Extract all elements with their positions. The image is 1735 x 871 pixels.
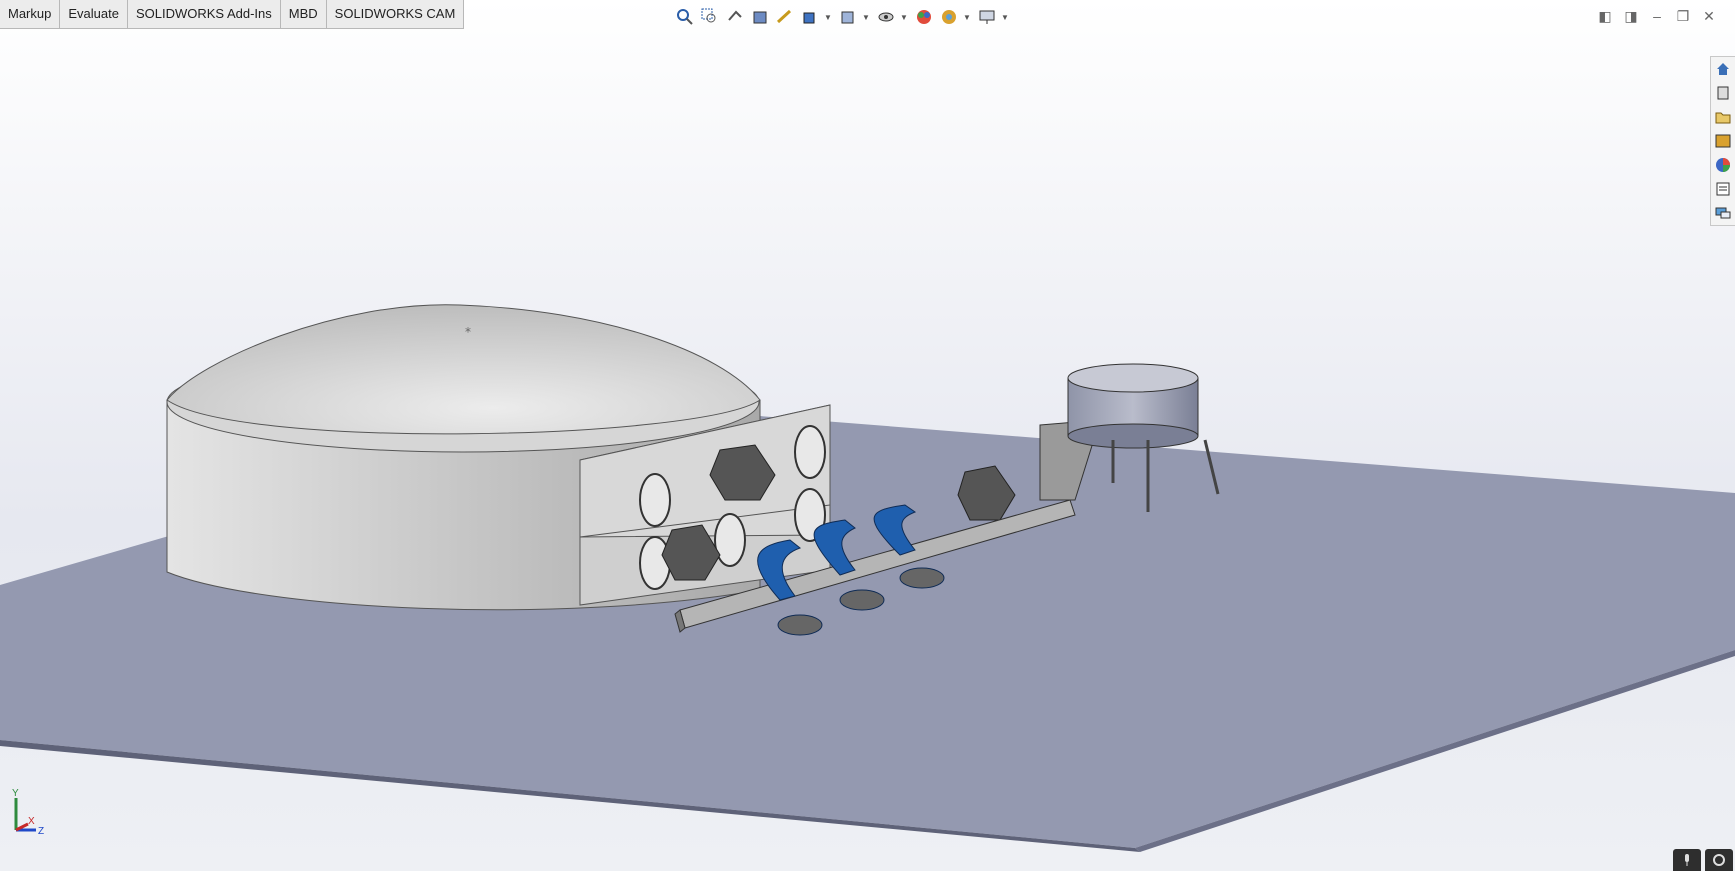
minimize-icon[interactable]: –	[1649, 8, 1665, 24]
graphics-area-3d-model[interactable]: *	[0, 0, 1735, 871]
tab-markup[interactable]: Markup	[0, 0, 61, 28]
triad-x-label: X	[28, 816, 35, 827]
microphone-icon[interactable]	[1673, 849, 1701, 871]
command-manager-tabs: Markup Evaluate SOLIDWORKS Add-Ins MBD S…	[0, 0, 465, 29]
view-settings-icon[interactable]	[976, 6, 998, 28]
tab-solidworks-cam[interactable]: SOLIDWORKS CAM	[326, 0, 465, 28]
reference-triad: Y X Z	[12, 788, 44, 837]
chevron-down-icon[interactable]: ▼	[900, 13, 910, 22]
restore-icon[interactable]: ❐	[1675, 8, 1691, 24]
forum-icon[interactable]	[1711, 201, 1735, 225]
triad-y-label: Y	[12, 788, 19, 799]
appearances-scenes-icon[interactable]	[1711, 153, 1735, 177]
zoom-to-area-icon[interactable]	[699, 6, 721, 28]
window-controls: ◧ ◨ – ❐ ✕	[1597, 8, 1717, 25]
close-icon[interactable]: ✕	[1701, 8, 1717, 24]
view-orientation-icon[interactable]	[799, 6, 821, 28]
display-style-icon[interactable]	[837, 6, 859, 28]
bottom-right-controls	[1673, 849, 1733, 871]
zoom-to-fit-icon[interactable]	[674, 6, 696, 28]
triad-z-label: Z	[38, 826, 44, 837]
chevron-down-icon[interactable]: ▼	[824, 13, 834, 22]
file-explorer-icon[interactable]	[1711, 105, 1735, 129]
tab-evaluate[interactable]: Evaluate	[60, 0, 128, 28]
chevron-down-icon[interactable]: ▼	[963, 13, 973, 22]
rotate-icon[interactable]	[1705, 849, 1733, 871]
hide-show-items-icon[interactable]	[875, 6, 897, 28]
previous-view-icon[interactable]	[724, 6, 746, 28]
apply-scene-icon[interactable]	[938, 6, 960, 28]
custom-properties-icon[interactable]	[1711, 177, 1735, 201]
tile-left-icon[interactable]: ◧	[1597, 8, 1613, 24]
edit-appearance-icon[interactable]	[913, 6, 935, 28]
design-library-icon[interactable]	[1711, 81, 1735, 105]
tile-right-icon[interactable]: ◨	[1623, 8, 1639, 24]
chevron-down-icon[interactable]: ▼	[862, 13, 872, 22]
tab-solidworks-add-ins[interactable]: SOLIDWORKS Add-Ins	[127, 0, 281, 28]
solidworks-resources-icon[interactable]	[1711, 57, 1735, 81]
section-view-icon[interactable]	[749, 6, 771, 28]
chevron-down-icon[interactable]: ▼	[1001, 13, 1011, 22]
dynamic-annotation-view-icon[interactable]	[774, 6, 796, 28]
tab-mbd[interactable]: MBD	[280, 0, 327, 28]
view-palette-icon[interactable]	[1711, 129, 1735, 153]
heads-up-view-toolbar: ▼ ▼ ▼ ▼ ▼	[674, 6, 1011, 28]
svg-text:*: *	[465, 325, 471, 339]
task-pane	[1710, 56, 1735, 226]
